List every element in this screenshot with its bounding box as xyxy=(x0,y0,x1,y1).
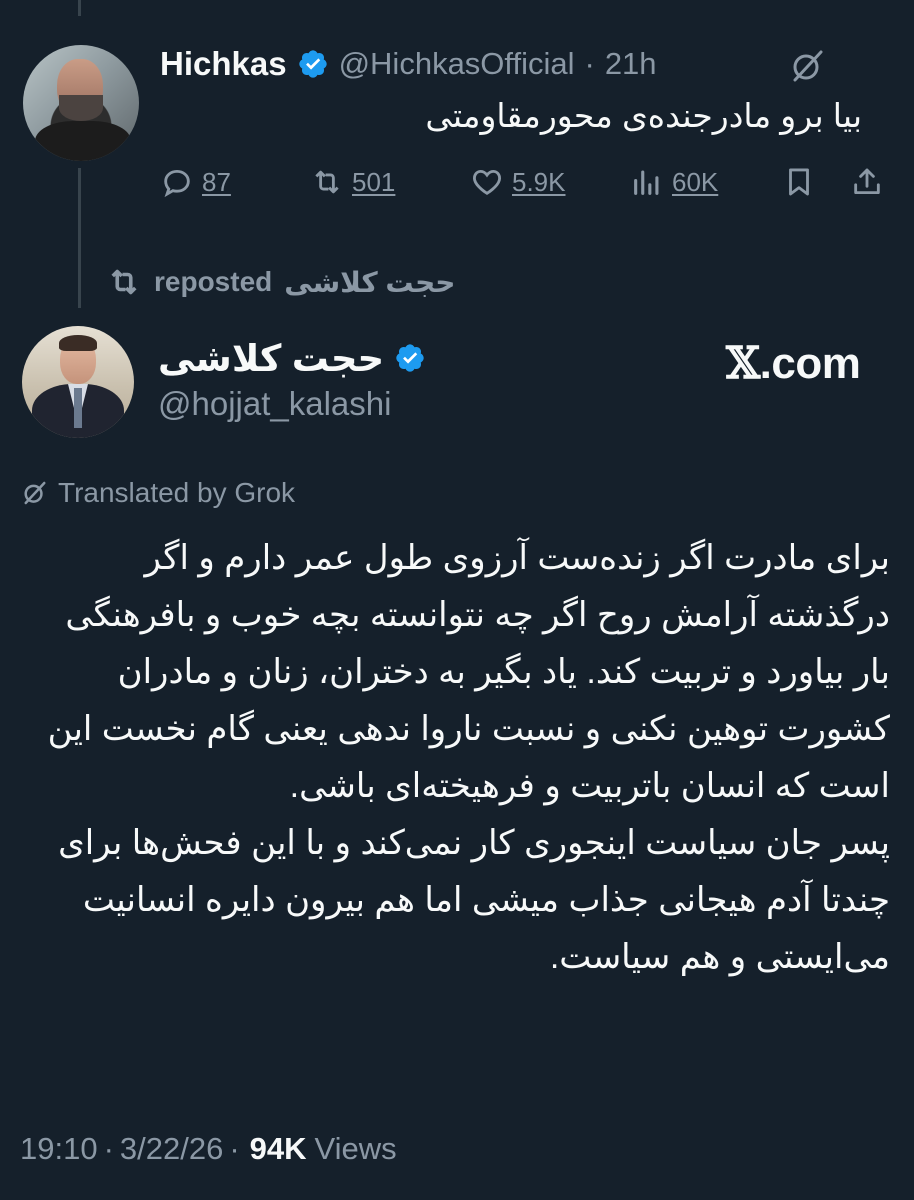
share-icon xyxy=(854,168,880,195)
share-button[interactable] xyxy=(850,160,884,204)
tweet-meta: 19:10 · 3/22/26 · 94K Views xyxy=(20,1128,397,1170)
bookmark-icon xyxy=(789,168,809,196)
view-count: 60K xyxy=(672,166,719,197)
thread-line-top xyxy=(78,0,81,16)
avatar-shirt xyxy=(35,121,131,161)
xcom-watermark: 𝕏.com xyxy=(726,338,861,389)
avatar-hojjat[interactable] xyxy=(22,326,134,438)
tweet-date[interactable]: 3/22/26 xyxy=(120,1131,223,1167)
main-handle[interactable]: @hojjat_kalashi xyxy=(158,385,391,423)
avatar-hair xyxy=(59,335,97,351)
repost-label: reposted xyxy=(154,266,273,297)
main-display-name[interactable]: حجت کلاشی xyxy=(158,337,384,380)
parent-time[interactable]: 21h xyxy=(605,46,657,82)
repost-count: 501 xyxy=(352,166,396,197)
main-tweet-paragraph-2: پسر جان سیاست اینجوری کار نمی‌کند و با ا… xyxy=(58,824,890,976)
meta-separator: · xyxy=(229,1131,240,1166)
x-logo-letter: 𝕏 xyxy=(726,338,760,389)
parent-display-name[interactable]: Hichkas xyxy=(160,45,287,83)
parent-handle[interactable]: @HichkasOfficial xyxy=(339,46,575,82)
grok-translate-icon xyxy=(24,481,46,505)
avatar-hichkas[interactable] xyxy=(23,45,139,161)
reply-button[interactable]: 87 xyxy=(160,160,231,204)
grok-translate-icon[interactable] xyxy=(787,47,829,85)
avatar-beard xyxy=(59,95,103,121)
meta-separator: · xyxy=(103,1131,114,1166)
repost-icon xyxy=(315,170,339,194)
main-tweet-text: برای مادرت اگر زنده‌ست آرزوی طول عمر دار… xyxy=(20,530,890,986)
parent-tweet-header: Hichkas @HichkasOfficial · 21h xyxy=(160,44,657,84)
parent-action-bar: 87 501 5.9K 60K xyxy=(160,160,888,204)
main-tweet-paragraph-1: برای مادرت اگر زنده‌ست آرزوی طول عمر دار… xyxy=(47,539,890,805)
main-tweet-header: حجت کلاشی xyxy=(158,334,426,382)
reposter-name[interactable]: حجت کلاشی xyxy=(284,266,455,299)
translated-label: Translated by Grok xyxy=(58,477,296,508)
bookmark-button[interactable] xyxy=(782,160,816,204)
translated-by-grok[interactable]: Translated by Grok xyxy=(20,474,295,512)
verified-badge-icon xyxy=(298,50,327,78)
repost-icon xyxy=(111,269,137,295)
views-count[interactable]: 94K xyxy=(250,1131,307,1167)
analytics-icon xyxy=(634,170,659,195)
tweet-time[interactable]: 19:10 xyxy=(20,1131,98,1167)
reply-count: 87 xyxy=(202,166,231,197)
views-label: Views xyxy=(314,1131,397,1166)
watermark-domain: .com xyxy=(759,339,861,388)
thread-line-bottom xyxy=(78,168,81,308)
header-separator: · xyxy=(584,46,595,81)
views-button[interactable]: 60K xyxy=(630,160,718,204)
repost-banner[interactable]: reposted حجت کلاشی xyxy=(106,262,455,302)
verified-badge-icon xyxy=(396,344,424,372)
heart-icon xyxy=(473,169,501,195)
like-button[interactable]: 5.9K xyxy=(470,160,566,204)
like-count: 5.9K xyxy=(512,166,566,197)
avatar-tie xyxy=(74,388,82,428)
reply-icon xyxy=(164,169,190,198)
parent-tweet-text: بیا برو مادرجنده‌ی محورمقاومتی xyxy=(425,97,862,134)
repost-button[interactable]: 501 xyxy=(310,160,395,204)
